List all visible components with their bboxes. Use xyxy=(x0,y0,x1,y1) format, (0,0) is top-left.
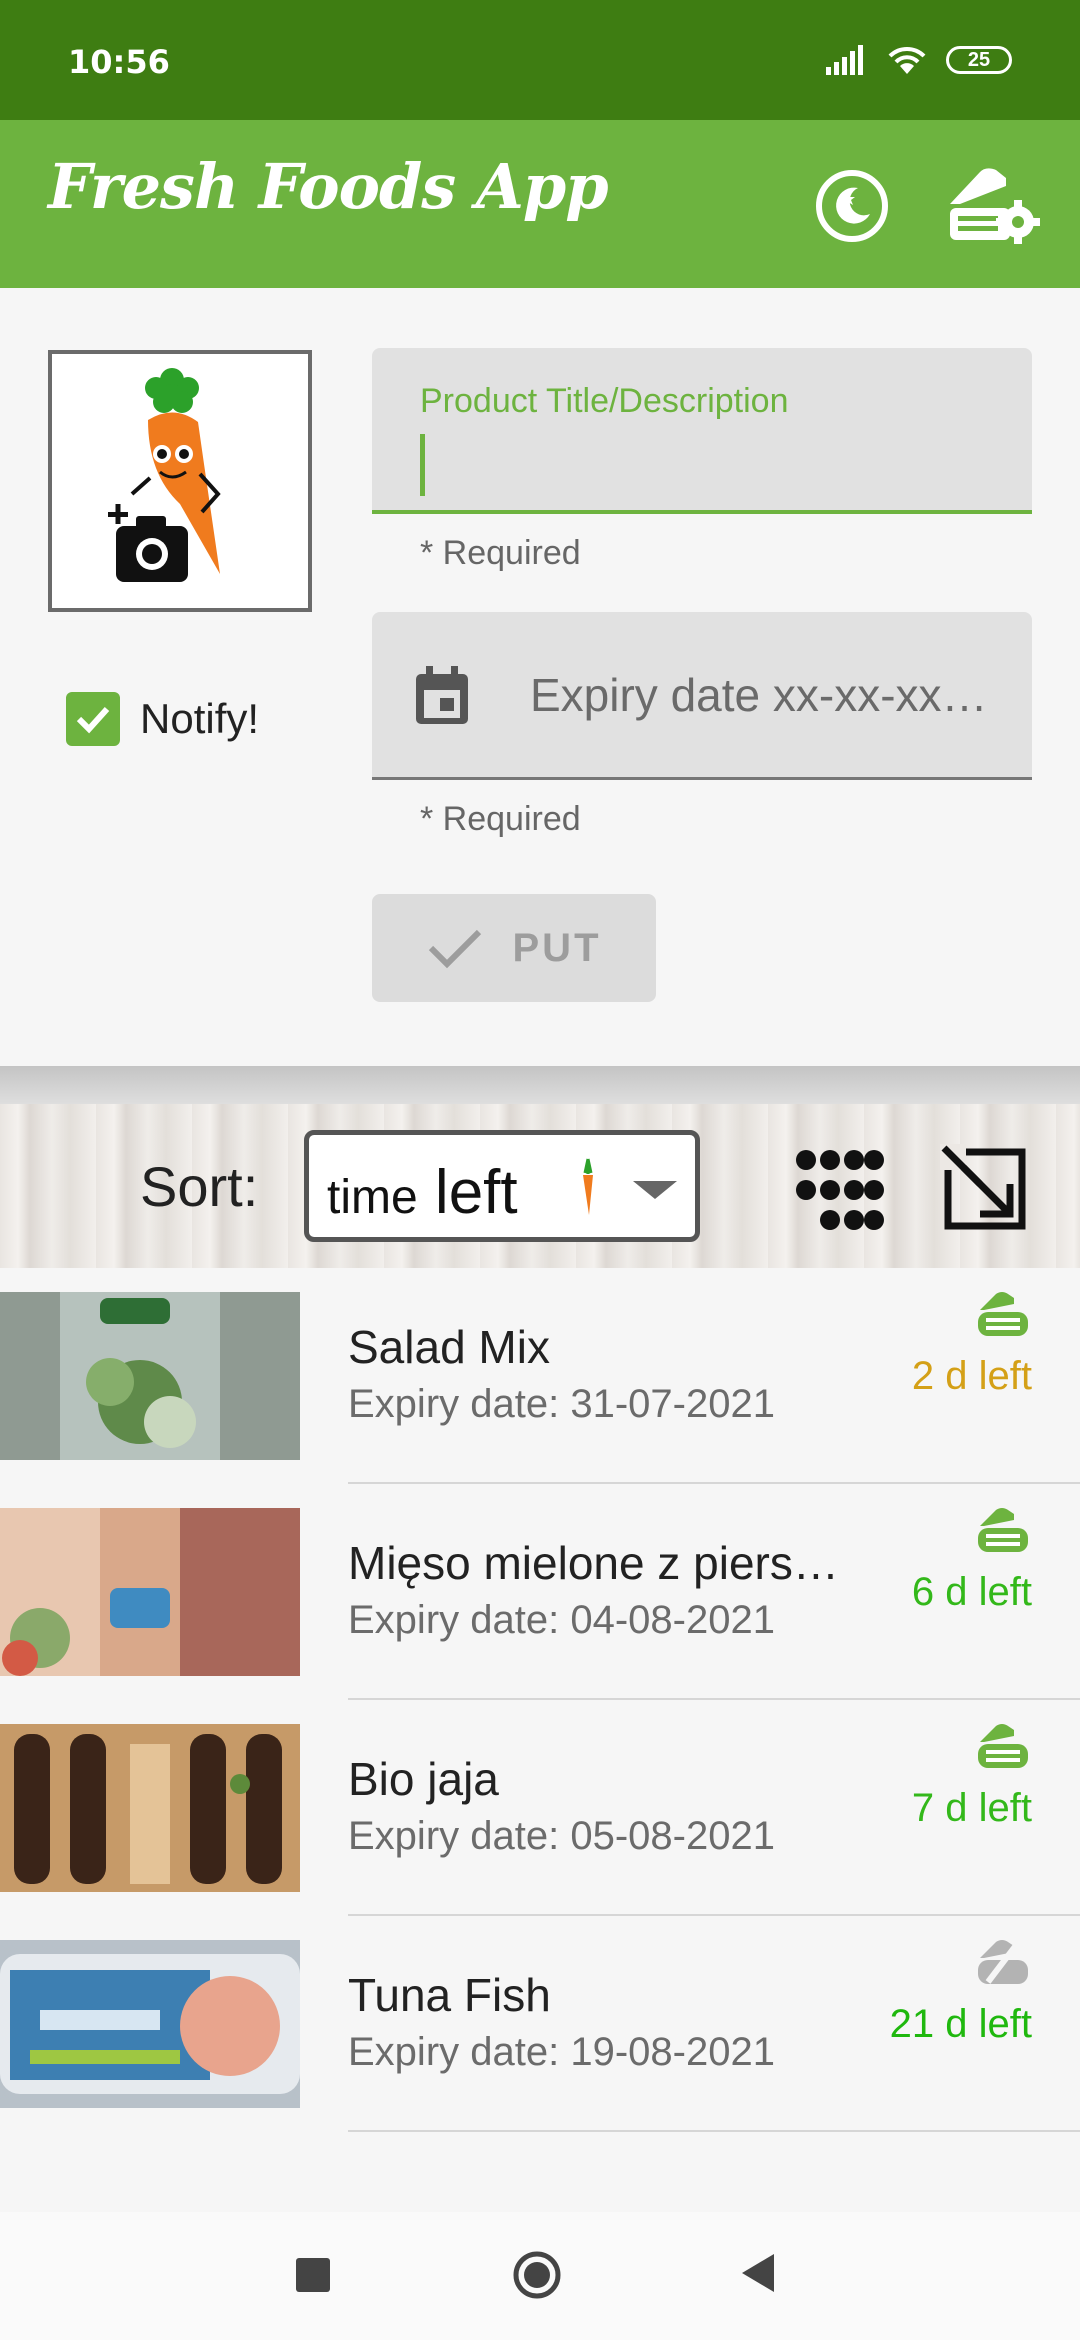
notification-off-icon[interactable] xyxy=(976,1938,1030,1984)
notification-on-icon[interactable] xyxy=(976,1506,1030,1552)
product-photo xyxy=(0,1508,300,1676)
calendar-icon xyxy=(416,666,468,724)
list-item[interactable]: Mięso mielone z piers… Expiry date: 04-0… xyxy=(0,1484,1080,1700)
product-expiry: Expiry date: 05-08-2021 xyxy=(348,1814,775,1858)
battery-level: 25 xyxy=(967,48,991,71)
product-title: Salad Mix xyxy=(348,1321,550,1373)
carrot-mascot-image xyxy=(108,368,221,582)
days-left: 7 d left xyxy=(911,1786,1032,1830)
title-helper-text: * Required xyxy=(420,534,581,572)
product-photo xyxy=(0,1292,300,1460)
notify-label: Notify! xyxy=(140,695,260,742)
days-left: 2 d left xyxy=(911,1354,1032,1398)
chevron-down-icon xyxy=(633,1181,677,1199)
list-divider xyxy=(348,2130,1080,2132)
product-expiry: Expiry date: 31-07-2021 xyxy=(348,1382,775,1426)
expiry-date-input[interactable]: Expiry date xx-xx-xx… xyxy=(372,612,1032,780)
product-list: Salad Mix Expiry date: 31-07-2021 2 d le… xyxy=(0,1268,1080,2212)
night-mode-button[interactable] xyxy=(804,158,900,254)
list-item[interactable]: Salad Mix Expiry date: 31-07-2021 2 d le… xyxy=(0,1268,1080,1484)
product-expiry: Expiry date: 04-08-2021 xyxy=(348,1598,775,1642)
list-item[interactable]: Bio jaja Expiry date: 05-08-2021 7 d lef… xyxy=(0,1700,1080,1916)
notification-on-icon[interactable] xyxy=(976,1722,1030,1768)
product-photo xyxy=(0,1940,300,2108)
recents-button[interactable] xyxy=(296,2258,330,2292)
status-icons: 25 xyxy=(826,44,1012,76)
date-helper-text: * Required xyxy=(420,800,581,838)
app-bar: Fresh Foods App xyxy=(0,120,1080,288)
add-product-form: Notify! Product Title/Description * Requ… xyxy=(0,288,1080,1068)
title-input[interactable]: Product Title/Description xyxy=(372,348,1032,514)
put-button[interactable]: PUT xyxy=(372,894,656,1002)
product-title: Mięso mielone z piers… xyxy=(348,1537,839,1589)
sort-bar: Sort: time left xyxy=(0,1104,1080,1268)
carrot-icon xyxy=(583,1158,593,1215)
product-title: Tuna Fish xyxy=(348,1969,551,2021)
status-bar: 10:56 25 xyxy=(0,0,1080,120)
text-cursor xyxy=(420,434,425,496)
notification-settings-button[interactable] xyxy=(944,158,1040,254)
days-left: 6 d left xyxy=(911,1570,1032,1614)
sort-label: Sort: xyxy=(140,1155,259,1218)
expand-icon[interactable] xyxy=(940,1144,1030,1234)
moon-star-icon xyxy=(816,170,888,242)
sort-selected-word-2: left xyxy=(434,1158,518,1227)
battery-indicator: 25 xyxy=(946,46,1012,74)
title-input-label: Product Title/Description xyxy=(420,382,789,420)
notify-checkbox[interactable] xyxy=(66,692,120,746)
product-expiry: Expiry date: 19-08-2021 xyxy=(348,2030,775,2074)
grid-view-icon[interactable] xyxy=(790,1144,886,1240)
notify-toggle[interactable]: Notify! xyxy=(66,692,259,746)
status-time: 10:56 xyxy=(68,43,170,81)
section-divider xyxy=(0,1066,1080,1104)
add-photo-button[interactable] xyxy=(48,350,312,612)
back-button[interactable] xyxy=(740,2252,776,2294)
expiry-date-placeholder: Expiry date xx-xx-xx… xyxy=(530,669,988,721)
app-title: Fresh Foods App xyxy=(48,150,609,223)
notification-on-icon[interactable] xyxy=(976,1290,1030,1336)
sort-selected-value: time left xyxy=(327,1157,518,1228)
sort-dropdown[interactable]: time left xyxy=(304,1130,700,1242)
notification-settings-icon xyxy=(950,168,1040,244)
days-left: 21 d left xyxy=(889,2002,1032,2046)
list-item[interactable]: Tuna Fish Expiry date: 19-08-2021 21 d l… xyxy=(0,1916,1080,2132)
signal-icon xyxy=(826,45,863,75)
product-title: Bio jaja xyxy=(348,1753,499,1805)
system-navigation-bar xyxy=(0,2212,1080,2340)
home-button[interactable] xyxy=(512,2250,562,2300)
check-icon xyxy=(428,929,481,969)
wifi-icon xyxy=(888,46,926,74)
sort-selected-word-1: time xyxy=(327,1171,418,1224)
put-button-label: PUT xyxy=(512,925,602,970)
product-photo xyxy=(0,1724,300,1892)
check-icon xyxy=(76,706,110,734)
